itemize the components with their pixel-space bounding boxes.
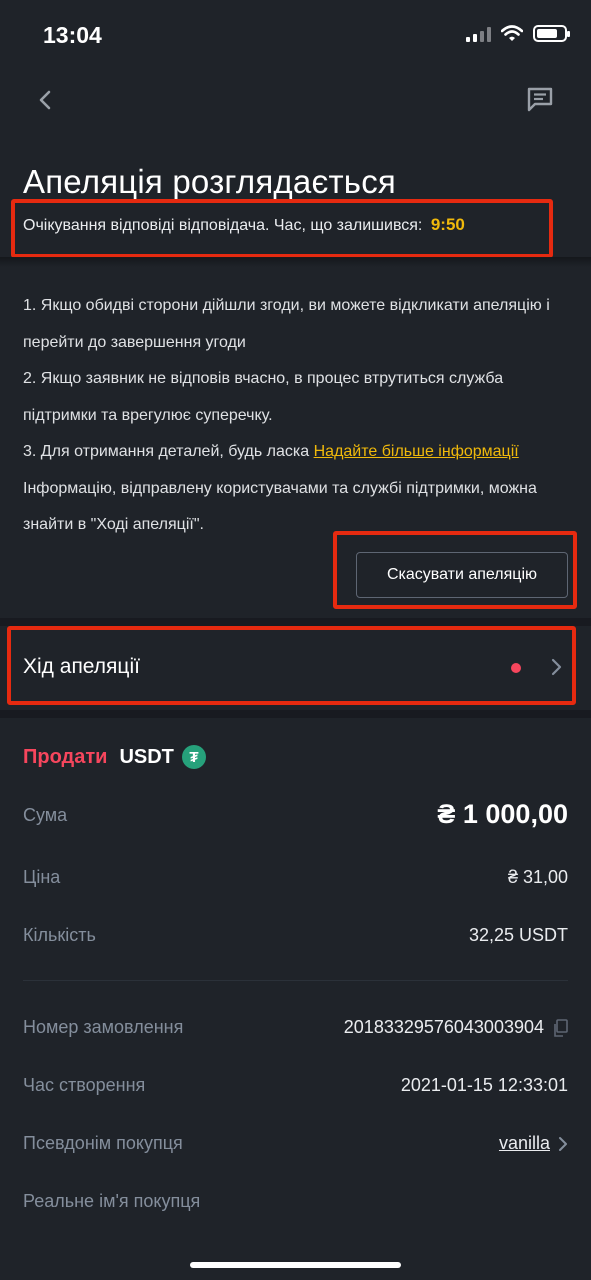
order-asset: USDT — [119, 745, 174, 768]
provide-more-info-link[interactable]: Надайте більше інформації — [314, 443, 519, 460]
price-value: ₴ 31,00 — [507, 867, 568, 887]
section-divider — [0, 618, 591, 626]
status-bar: 13:04 — [0, 0, 591, 70]
chevron-right-icon — [551, 658, 562, 676]
price-label: Ціна — [23, 867, 61, 887]
copy-icon[interactable] — [552, 1018, 568, 1037]
appeal-info: 1. Якщо обидві сторони дійшли згоди, ви … — [23, 288, 568, 544]
info-line-3: 3. Для отримання деталей, будь ласка Над… — [23, 434, 568, 471]
chevron-right-icon — [559, 1136, 567, 1151]
status-time: 13:04 — [43, 22, 102, 48]
quantity-value: 32,25 USDT — [468, 925, 568, 945]
order-number-value: 20183329576043003904 — [343, 1017, 544, 1037]
order-number-label: Номер замовлення — [23, 1017, 184, 1037]
header-shadow — [0, 257, 591, 267]
back-arrow-icon[interactable] — [36, 88, 56, 112]
section-divider — [0, 710, 591, 718]
battery-icon — [533, 25, 570, 42]
order-side: Продати — [23, 745, 108, 768]
tether-icon: ₮ — [181, 745, 206, 769]
created-time-label: Час створення — [23, 1075, 146, 1095]
order-divider — [23, 980, 568, 981]
top-nav — [0, 80, 591, 120]
info-line-3-prefix: 3. Для отримання деталей, будь ласка — [23, 443, 310, 460]
page-title: Апеляція розглядається — [23, 163, 396, 200]
created-time-value: 2021-01-15 12:33:01 — [400, 1075, 568, 1095]
signal-icon — [466, 26, 491, 42]
info-line-1: 1. Якщо обидві сторони дійшли згоди, ви … — [23, 297, 550, 351]
amount-value: ₴ 1 000,00 — [437, 799, 568, 829]
info-line-4: Інформацію, відправлену користувачами та… — [23, 479, 537, 534]
appeal-progress-row[interactable]: Хід апеляції — [0, 630, 591, 702]
countdown-timer: 9:50 — [430, 215, 465, 234]
notification-dot — [511, 663, 521, 673]
order-number: 20183329576043003904 — [344, 1017, 568, 1038]
cancel-appeal-button[interactable]: Скасувати апеляцію — [356, 552, 568, 598]
appeal-screen: 13:04 Апеляція розглядається Очікування … — [0, 0, 591, 1280]
order-header: Продати USDT ₮ — [23, 745, 206, 769]
status-icons — [466, 25, 570, 42]
wifi-icon — [501, 25, 523, 41]
chat-icon[interactable] — [527, 86, 553, 112]
waiting-status: Очікування відповіді відповідача. Час, щ… — [23, 215, 465, 235]
buyer-nickname[interactable]: vanilla — [499, 1133, 568, 1154]
amount-label: Сума — [23, 805, 68, 825]
quantity-label: Кількість — [23, 925, 96, 945]
home-indicator — [190, 1262, 401, 1268]
info-line-2: 2. Якщо заявник не відповів вчасно, в пр… — [23, 370, 504, 424]
waiting-text: Очікування відповіді відповідача. Час, щ… — [23, 217, 423, 234]
appeal-progress-label: Хід апеляції — [23, 655, 140, 678]
buyer-nickname-link[interactable]: vanilla — [499, 1133, 550, 1154]
buyer-nickname-label: Псевдонім покупця — [23, 1133, 183, 1153]
buyer-real-name-label: Реальне ім'я покупця — [23, 1191, 201, 1211]
